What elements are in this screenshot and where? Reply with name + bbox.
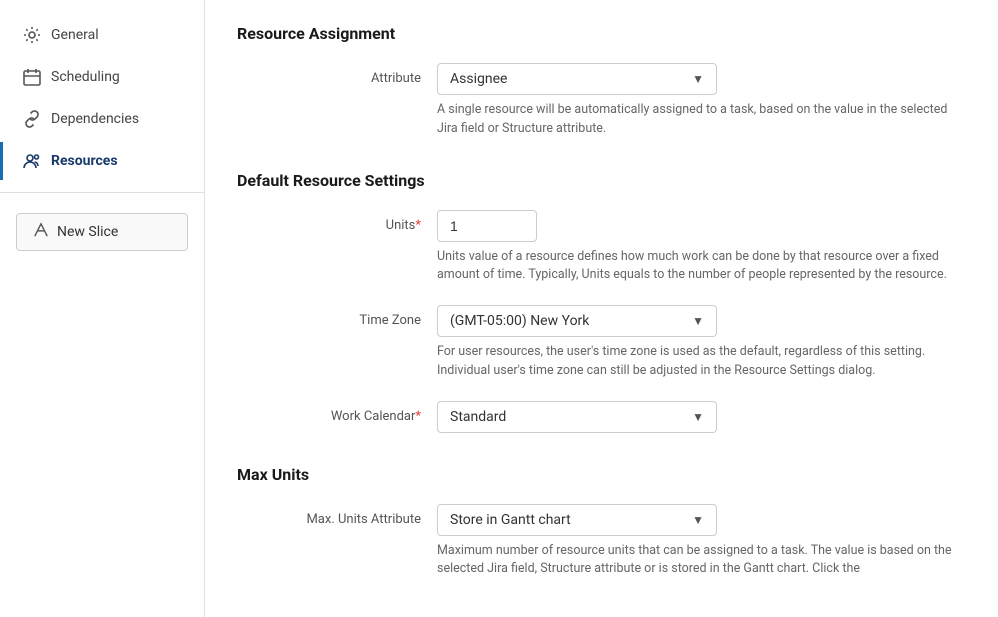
chevron-down-icon-timezone: ▼	[692, 314, 704, 328]
dropdown-work-calendar-value: Standard	[450, 409, 506, 425]
form-row-timezone: Time Zone (GMT-05:00) New York ▼ For use…	[237, 305, 966, 381]
slice-icon	[33, 222, 49, 242]
section-max-units: Max Units Max. Units Attribute Store in …	[237, 465, 966, 580]
helper-text-max-units-attribute: Maximum number of resource units that ca…	[437, 542, 966, 580]
dropdown-attribute-value: Assignee	[450, 71, 507, 87]
form-row-units: Units* Units value of a resource defines…	[237, 210, 966, 286]
dropdown-timezone-value: (GMT-05:00) New York	[450, 313, 589, 329]
new-slice-button[interactable]: New Slice	[16, 213, 188, 251]
label-attribute: Attribute	[237, 63, 437, 86]
people-icon	[23, 152, 41, 170]
helper-text-timezone: For user resources, the user's time zone…	[437, 343, 966, 381]
required-asterisk-units: *	[415, 218, 421, 233]
dropdown-work-calendar[interactable]: Standard ▼	[437, 401, 717, 433]
dropdown-max-units-attribute[interactable]: Store in Gantt chart ▼	[437, 504, 717, 536]
main-content: Resource Assignment Attribute Assignee ▼…	[205, 0, 998, 617]
form-content-attribute: Assignee ▼ A single resource will be aut…	[437, 63, 966, 139]
sidebar-item-resources-label: Resources	[51, 153, 118, 169]
helper-text-units: Units value of a resource defines how mu…	[437, 248, 966, 286]
chevron-down-icon-calendar: ▼	[692, 410, 704, 424]
chevron-down-icon-max-units: ▼	[692, 513, 704, 527]
form-content-max-units-attribute: Store in Gantt chart ▼ Maximum number of…	[437, 504, 966, 580]
label-timezone: Time Zone	[237, 305, 437, 328]
sidebar-item-scheduling-label: Scheduling	[51, 69, 120, 85]
dropdown-max-units-attribute-value: Store in Gantt chart	[450, 512, 571, 528]
label-max-units-attribute: Max. Units Attribute	[237, 504, 437, 527]
section-max-units-title: Max Units	[237, 465, 966, 484]
section-default-resource-settings: Default Resource Settings Units* Units v…	[237, 171, 966, 433]
form-content-units: Units value of a resource defines how mu…	[437, 210, 966, 286]
label-units: Units*	[237, 210, 437, 233]
calendar-icon	[23, 68, 41, 86]
sidebar-item-resources[interactable]: Resources	[0, 142, 204, 180]
section-resource-assignment: Resource Assignment Attribute Assignee ▼…	[237, 24, 966, 139]
form-row-max-units-attribute: Max. Units Attribute Store in Gantt char…	[237, 504, 966, 580]
chevron-down-icon: ▼	[692, 72, 704, 86]
label-work-calendar: Work Calendar*	[237, 401, 437, 424]
link-icon	[23, 110, 41, 128]
dropdown-attribute[interactable]: Assignee ▼	[437, 63, 717, 95]
sidebar: General Scheduling Dependencies	[0, 0, 205, 617]
section-resource-assignment-title: Resource Assignment	[237, 24, 966, 43]
form-row-attribute: Attribute Assignee ▼ A single resource w…	[237, 63, 966, 139]
helper-text-attribute: A single resource will be automatically …	[437, 101, 966, 139]
sidebar-item-scheduling[interactable]: Scheduling	[0, 58, 204, 96]
settings-icon	[23, 26, 41, 44]
form-row-work-calendar: Work Calendar* Standard ▼	[237, 401, 966, 433]
form-content-work-calendar: Standard ▼	[437, 401, 966, 433]
units-input[interactable]	[437, 210, 537, 242]
dropdown-timezone[interactable]: (GMT-05:00) New York ▼	[437, 305, 717, 337]
sidebar-item-general-label: General	[51, 27, 99, 43]
section-default-resource-settings-title: Default Resource Settings	[237, 171, 966, 190]
sidebar-item-dependencies[interactable]: Dependencies	[0, 100, 204, 138]
new-slice-label: New Slice	[57, 224, 118, 240]
sidebar-divider	[0, 192, 204, 193]
form-content-timezone: (GMT-05:00) New York ▼ For user resource…	[437, 305, 966, 381]
sidebar-item-dependencies-label: Dependencies	[51, 111, 139, 127]
sidebar-item-general[interactable]: General	[0, 16, 204, 54]
required-asterisk-calendar: *	[415, 409, 421, 424]
